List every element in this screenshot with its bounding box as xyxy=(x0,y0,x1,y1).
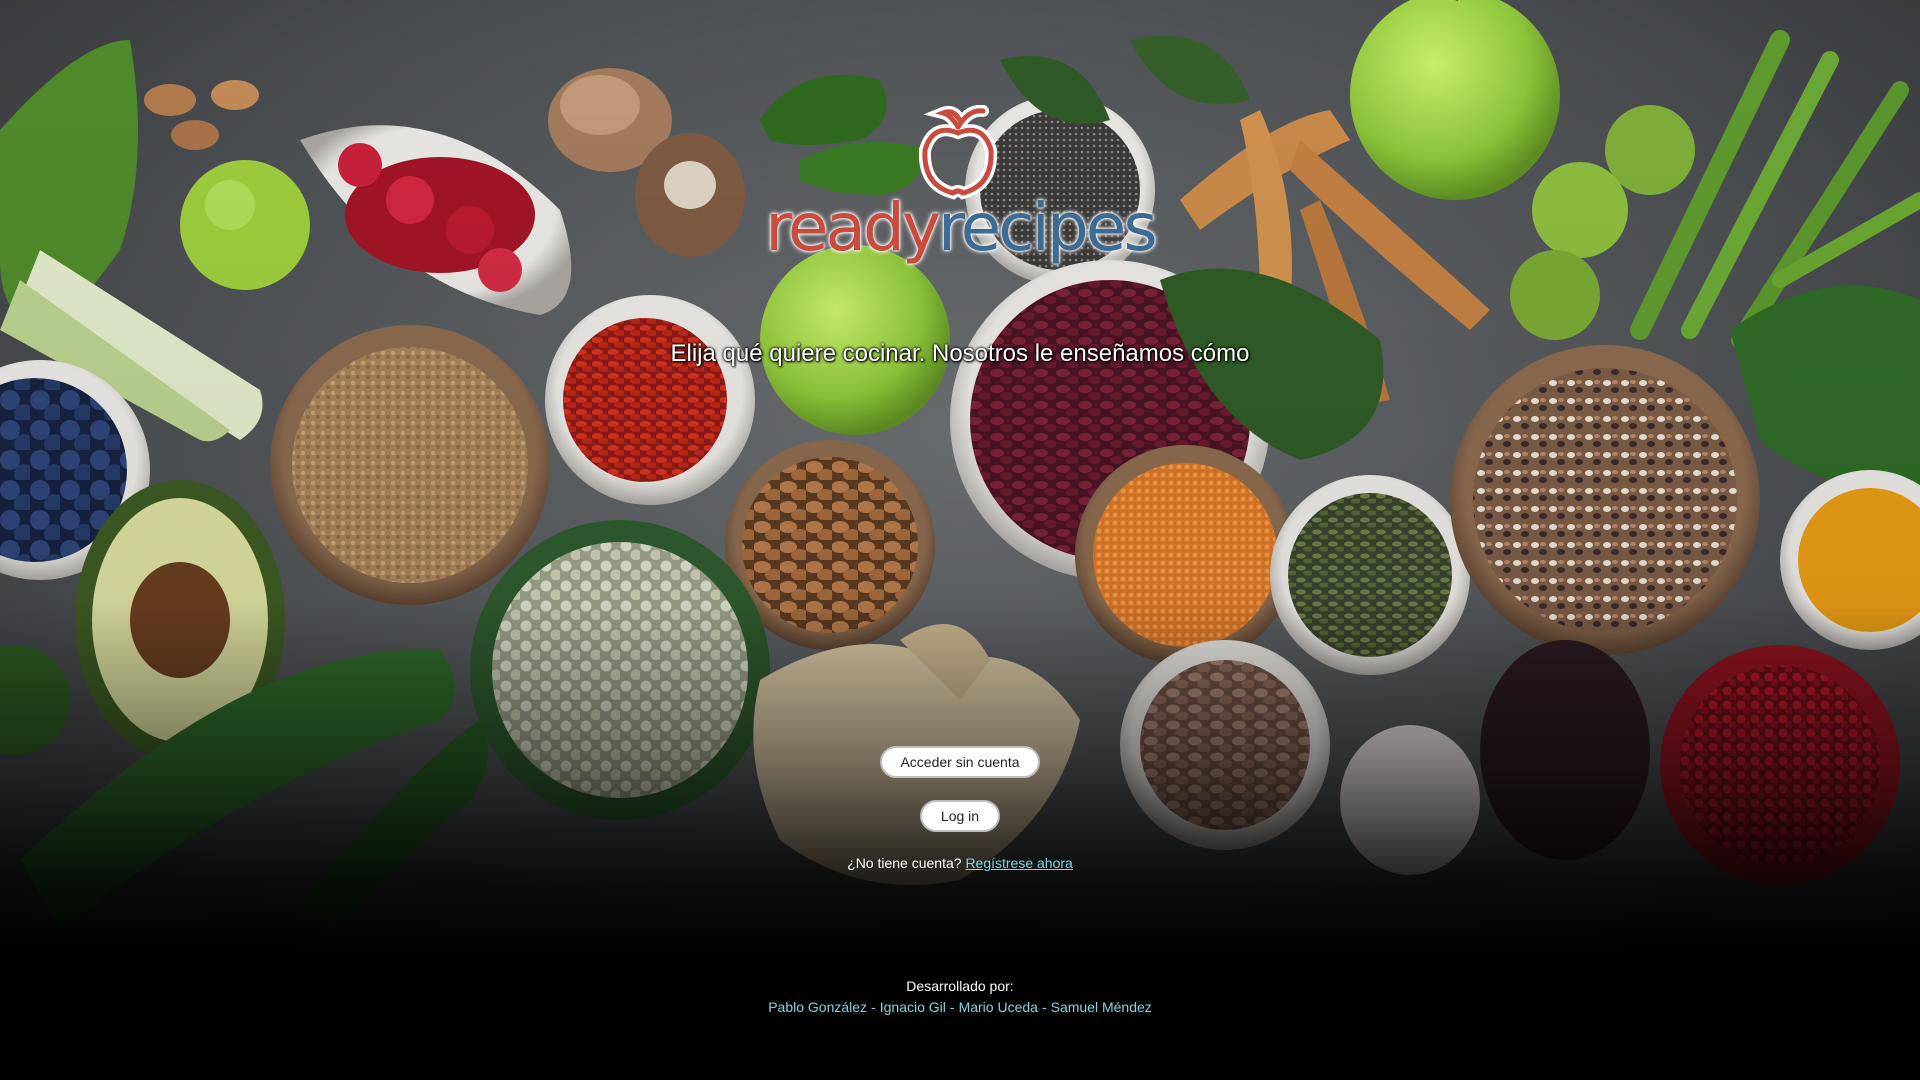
developer-link[interactable]: Mario Uceda xyxy=(959,999,1038,1015)
developer-separator: - xyxy=(871,999,876,1015)
logo-wordmark: readyrecipes xyxy=(755,195,1165,261)
logo-word-ready: ready xyxy=(765,189,941,266)
logo-word-recipes: recipes xyxy=(937,189,1158,266)
no-account-text: ¿No tiene cuenta? xyxy=(847,855,962,871)
signup-prompt: ¿No tiene cuenta? Regístrese ahora xyxy=(0,855,1920,871)
developer-list: Pablo González - Ignacio Gil - Mario Uceda - S… xyxy=(768,999,1152,1015)
guest-access-button[interactable]: Acceder sin cuenta xyxy=(880,746,1040,778)
apple-logo-icon xyxy=(918,105,998,200)
login-button[interactable]: Log in xyxy=(920,800,1000,832)
developer-separator: - xyxy=(949,999,955,1015)
developer-link[interactable]: Pablo González xyxy=(768,999,867,1015)
footer: Desarrollado por: Pablo González - Ignacio… xyxy=(0,978,1920,1015)
footer-title: Desarrollado por: xyxy=(906,978,1014,994)
developer-link[interactable]: Samuel Méndez xyxy=(1051,999,1152,1015)
developer-link[interactable]: Ignacio Gil xyxy=(880,999,946,1015)
signup-link[interactable]: Regístrese ahora xyxy=(965,855,1072,871)
tagline: Elija qué quiere cocinar. Nosotros le en… xyxy=(670,340,1250,367)
readyrecipes-logo: readyrecipes xyxy=(755,105,1165,295)
login-screen: readyrecipes Elija qué quiere cocinar. N… xyxy=(0,0,1920,1080)
developer-separator: - xyxy=(1041,999,1047,1015)
